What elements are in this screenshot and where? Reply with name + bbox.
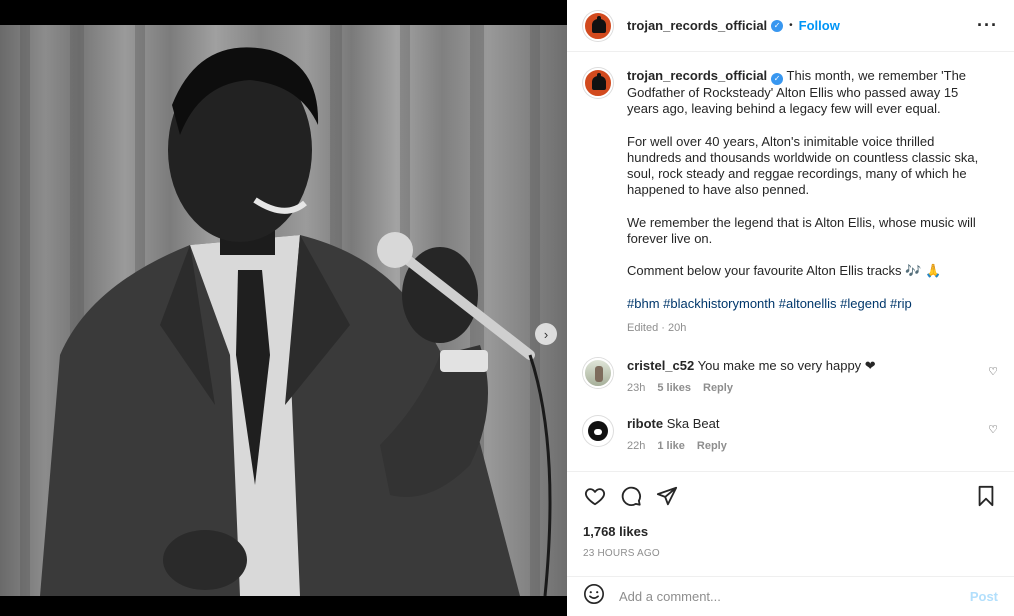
post-comment-button[interactable]: Post [970, 589, 998, 604]
emoji-smile-icon[interactable] [583, 583, 605, 610]
caption-row: trojan_records_official ✓ This month, we … [583, 68, 998, 336]
caption-author-avatar[interactable] [583, 68, 613, 98]
reply-button[interactable]: Reply [703, 382, 733, 394]
comment-time[interactable]: 22h [627, 440, 645, 452]
share-send-icon[interactable] [655, 484, 679, 508]
follow-button[interactable]: Follow [799, 18, 840, 33]
caption: trojan_records_official ✓ This month, we … [627, 68, 982, 336]
comment-username[interactable]: ribote [627, 416, 663, 431]
comment-likes[interactable]: 5 likes [657, 382, 691, 394]
caption-hashtags[interactable]: #bhm #blackhistorymonth #altonellis #leg… [627, 296, 982, 312]
add-comment-input[interactable] [619, 589, 970, 604]
comment-text: ribote Ska Beat [627, 416, 727, 432]
avatar-figure [595, 366, 603, 383]
bookmark-save-icon[interactable] [974, 484, 998, 508]
comment-item: ribote Ska Beat 22h 1 like Reply ♡ [583, 416, 998, 452]
author-avatar[interactable] [583, 10, 613, 41]
separator-dot: • [789, 20, 793, 31]
comment-body: You make me so very happy ❤ [697, 358, 876, 374]
caption-paragraph-3: We remember the legend that is Alton Ell… [627, 214, 976, 247]
action-icons-row [583, 472, 998, 520]
comment-username[interactable]: cristel_c52 [627, 358, 694, 373]
backdrop-bottom [0, 596, 567, 616]
photo-singer-illustration [20, 25, 552, 596]
author-username[interactable]: trojan_records_official [627, 18, 767, 33]
comment-meta: 22h 1 like Reply [627, 440, 727, 452]
comment-bubble-icon[interactable] [619, 484, 643, 508]
comments-section[interactable]: trojan_records_official ✓ This month, we … [567, 52, 1014, 470]
caption-meta: Edited · 20h [627, 320, 982, 336]
avatar-inner [594, 429, 602, 436]
backdrop-top [0, 0, 567, 25]
caption-time[interactable]: 20h [668, 322, 686, 334]
meta-separator: · [658, 321, 668, 334]
trojan-helmet-icon [592, 76, 606, 90]
caption-paragraph-4: Comment below your favourite Alton Ellis… [627, 263, 942, 279]
likes-count[interactable]: 1,768 likes [583, 524, 998, 539]
more-options-icon[interactable]: ··· [977, 15, 998, 36]
post-photo[interactable]: › [0, 25, 567, 596]
comment-body: Ska Beat [666, 416, 720, 432]
post-side-panel: trojan_records_official ✓ • Follow ··· t… [567, 0, 1014, 616]
post-timestamp[interactable]: 23 HOURS AGO [583, 548, 998, 559]
comment-time[interactable]: 23h [627, 382, 645, 394]
caption-author[interactable]: trojan_records_official [627, 68, 767, 83]
instagram-post-view: › trojan_records_official ✓ • Follow ··· [0, 0, 1014, 616]
post-header: trojan_records_official ✓ • Follow ··· [567, 0, 1014, 52]
trojan-helmet-icon [592, 18, 606, 33]
reply-button[interactable]: Reply [697, 440, 727, 452]
commenter-avatar[interactable] [583, 416, 613, 447]
verified-badge-icon: ✓ [771, 19, 784, 32]
comment-meta: 23h 5 likes Reply [627, 382, 876, 394]
comment-likes[interactable]: 1 like [657, 440, 685, 452]
comment-like-heart-icon[interactable]: ♡ [988, 423, 998, 436]
chevron-right-icon: › [543, 326, 549, 342]
like-heart-icon[interactable] [583, 484, 607, 508]
carousel-next-button[interactable]: › [535, 323, 557, 345]
comment-like-heart-icon[interactable]: ♡ [988, 365, 998, 378]
post-actions: 1,768 likes 23 HOURS AGO [567, 471, 1014, 559]
comment-text: cristel_c52 You make me so very happy ❤ [627, 358, 876, 374]
comment-item: cristel_c52 You make me so very happy ❤ … [583, 358, 998, 394]
commenter-avatar[interactable] [583, 358, 613, 389]
caption-paragraph-2: For well over 40 years, Alton's inimitab… [627, 133, 979, 198]
edited-label: Edited [627, 321, 659, 334]
add-comment-bar: Post [567, 576, 1014, 616]
verified-badge-icon: ✓ [771, 73, 784, 85]
